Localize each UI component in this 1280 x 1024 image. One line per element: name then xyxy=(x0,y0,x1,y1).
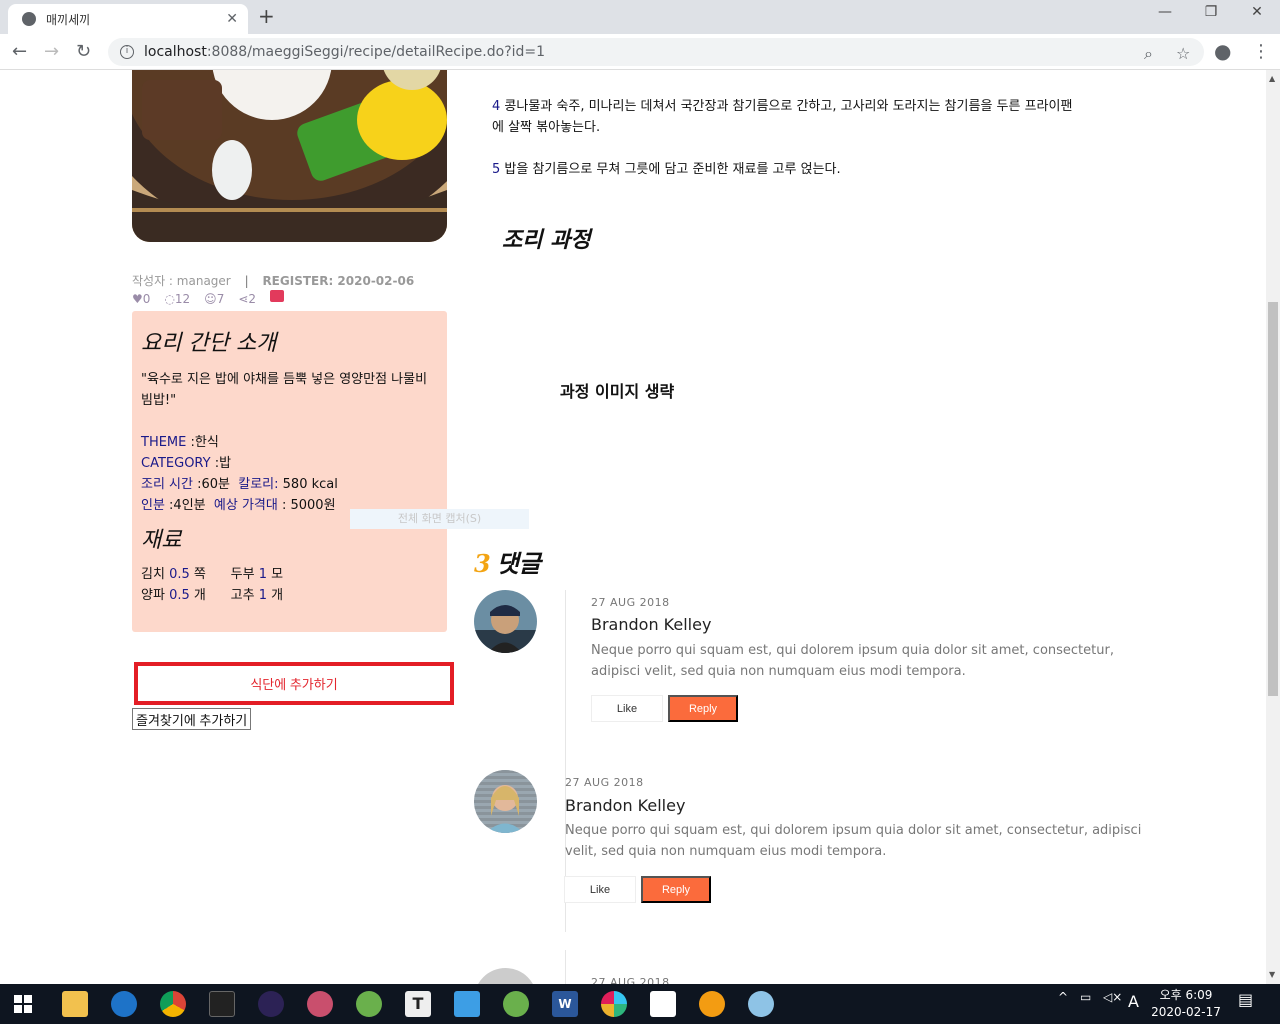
intro-title: 요리 간단 소개 xyxy=(141,331,277,356)
globe-icon xyxy=(22,12,36,26)
recipe-steps: 4 콩나물과 숙주, 미나리는 데쳐서 국간장과 참기름으로 간하고, 고사리와… xyxy=(492,96,1102,180)
reply-button[interactable]: Reply xyxy=(668,695,738,722)
commenter-avatar xyxy=(474,968,537,984)
spring-tool-icon[interactable] xyxy=(503,991,529,1017)
chrome-icon[interactable] xyxy=(160,991,186,1017)
add-to-diet-button[interactable]: 식단에 추가하기 xyxy=(134,662,454,705)
volume-icon[interactable]: ◁× xyxy=(1103,990,1122,1004)
reply-button[interactable]: Reply xyxy=(641,876,711,903)
process-image-omitted: 과정 이미지 생략 xyxy=(560,382,675,401)
comment-text: Neque porro qui squam est, qui dolorem i… xyxy=(591,643,1114,679)
report-icon[interactable] xyxy=(270,290,285,302)
like-stat[interactable]: ♥0 xyxy=(132,292,150,306)
smile-icon: ☺ xyxy=(204,292,217,306)
intro-text: "육수로 지은 밥에 야채를 듬뿍 넣은 영양만점 나물비빔밥!" xyxy=(141,372,428,408)
back-icon[interactable]: ← xyxy=(12,41,27,62)
security-app-icon[interactable] xyxy=(699,991,725,1017)
reload-icon[interactable]: ↻ xyxy=(76,41,91,62)
page-content: 작성자 : manager | REGISTER: 2020-02-06 ♥0 … xyxy=(0,70,1266,984)
browser-tab[interactable]: 매끼세끼 ✕ xyxy=(8,4,248,34)
zoom-icon[interactable]: ⌕ xyxy=(1144,44,1153,64)
add-to-favorites-button[interactable]: 즐겨찾기에 추가하기 xyxy=(132,708,252,730)
notification-icon[interactable]: ▤ xyxy=(1238,990,1253,1009)
windows-start-icon[interactable] xyxy=(14,995,32,1013)
category-row: CATEGORY :밥 xyxy=(141,456,232,471)
scroll-up-arrow-icon[interactable]: ▲ xyxy=(1269,74,1275,83)
comment-icon: ◌ xyxy=(164,292,175,306)
share-stat[interactable]: ⋖2 xyxy=(238,292,256,306)
ingredient-row: 김치 0.5 쪽 두부 1 모 xyxy=(141,567,284,582)
url-text: localhost:8088/maeggiSeggi/recipe/detail… xyxy=(144,44,546,60)
comment-date: 27 AUG 2018 xyxy=(591,596,670,609)
scroll-down-arrow-icon[interactable]: ▼ xyxy=(1269,970,1275,979)
photos-icon[interactable] xyxy=(650,991,676,1017)
tray-overflow-icon[interactable]: ^ xyxy=(1058,990,1068,1004)
address-bar[interactable]: i localhost:8088/maeggiSeggi/recipe/deta… xyxy=(108,38,1204,66)
forward-icon[interactable]: → xyxy=(44,41,59,62)
typora-icon[interactable]: T xyxy=(405,991,431,1017)
new-tab-icon[interactable]: + xyxy=(258,4,275,28)
commenter-avatar xyxy=(474,770,537,833)
like-button[interactable]: Like xyxy=(591,695,663,722)
process-title: 조리 과정 xyxy=(502,227,591,253)
restore-icon[interactable]: ❐ xyxy=(1188,4,1234,20)
spring-tool-icon[interactable] xyxy=(356,991,382,1017)
minimize-icon[interactable]: — xyxy=(1142,4,1188,20)
taskbar-clock[interactable]: 오후 6:09 2020-02-17 xyxy=(1146,987,1226,1021)
like-button[interactable]: Like xyxy=(564,876,636,903)
menu-icon[interactable]: ⋮ xyxy=(1252,41,1270,62)
page-scrollbar[interactable]: ▲ ▼ xyxy=(1266,70,1280,984)
register-date: REGISTER: 2020-02-06 xyxy=(262,274,415,288)
author-label: 작성자 : manager xyxy=(132,274,231,288)
browser-tabbar: 매끼세끼 ✕ + — ❐ ✕ xyxy=(0,0,1280,34)
recipe-stats: ♥0 ◌12 ☺7 ⋖2 xyxy=(132,290,285,306)
close-window-icon[interactable]: ✕ xyxy=(1234,4,1280,20)
view-stat[interactable]: ☺7 xyxy=(204,292,224,306)
theme-row: THEME :한식 xyxy=(141,435,219,450)
ime-indicator[interactable]: A xyxy=(1128,992,1139,1011)
ingredients-list: 김치 0.5 쪽 두부 1 모 양파 0.5 개 고추 1 개 xyxy=(141,564,438,606)
recipe-image xyxy=(132,70,447,242)
slack-icon[interactable] xyxy=(601,991,627,1017)
internet-explorer-icon[interactable] xyxy=(111,991,137,1017)
windows-taskbar: T W ^ ▭ ◁× A 오후 6:09 2020-02-17 ▤ xyxy=(0,984,1280,1024)
comment-divider xyxy=(565,950,566,984)
capture-tooltip-ghost: 전체 화면 캡처(S) xyxy=(350,509,529,529)
terminal-icon[interactable] xyxy=(209,991,235,1017)
eclipse-icon[interactable] xyxy=(258,991,284,1017)
time-calorie-row: 조리 시간 :60분 칼로리: 580 kcal xyxy=(141,477,338,492)
recipe-meta: 작성자 : manager | REGISTER: 2020-02-06 xyxy=(132,274,415,288)
media-player-icon[interactable] xyxy=(454,991,480,1017)
comment-date: 27 AUG 2018 xyxy=(591,976,670,984)
comments-title: 3 댓글 xyxy=(474,549,541,578)
comment-author: Brandon Kelley xyxy=(591,615,712,634)
file-explorer-icon[interactable] xyxy=(62,991,88,1017)
paint-app-icon[interactable] xyxy=(307,991,333,1017)
step-item: 5 밥을 참기름으로 무쳐 그릇에 담고 준비한 재료를 고루 얹는다. xyxy=(492,162,841,177)
close-tab-icon[interactable]: ✕ xyxy=(226,11,238,27)
word-icon[interactable]: W xyxy=(552,991,578,1017)
paint-palette-icon[interactable] xyxy=(748,991,774,1017)
comment-author: Brandon Kelley xyxy=(565,796,686,815)
scroll-thumb[interactable] xyxy=(1268,302,1278,696)
browser-toolbar: ← → ↻ i localhost:8088/maeggiSeggi/recip… xyxy=(0,34,1280,70)
comment-date: 27 AUG 2018 xyxy=(565,776,644,789)
network-icon[interactable]: ▭ xyxy=(1080,990,1091,1004)
ingredient-row: 양파 0.5 개 고추 1 개 xyxy=(141,588,284,603)
comment-stat[interactable]: ◌12 xyxy=(164,292,190,306)
comment-text: Neque porro qui squam est, qui dolorem i… xyxy=(565,823,1142,859)
share-icon: ⋖ xyxy=(238,292,249,306)
comment-divider xyxy=(565,590,566,770)
tab-title: 매끼세끼 xyxy=(46,12,91,27)
step-item-continued: 에 살짝 볶아놓는다. xyxy=(492,120,601,135)
bookmark-star-icon[interactable]: ☆ xyxy=(1176,44,1190,63)
commenter-avatar xyxy=(474,590,537,653)
step-item: 4 콩나물과 숙주, 미나리는 데쳐서 국간장과 참기름으로 간하고, 고사리와… xyxy=(492,99,1073,114)
profile-icon[interactable]: ● xyxy=(1214,39,1231,63)
info-icon[interactable]: i xyxy=(120,45,134,59)
recipe-info-card: 요리 간단 소개 "육수로 지은 밥에 야채를 듬뿍 넣은 영양만점 나물비빔밥… xyxy=(132,311,447,632)
heart-icon: ♥ xyxy=(132,292,143,306)
